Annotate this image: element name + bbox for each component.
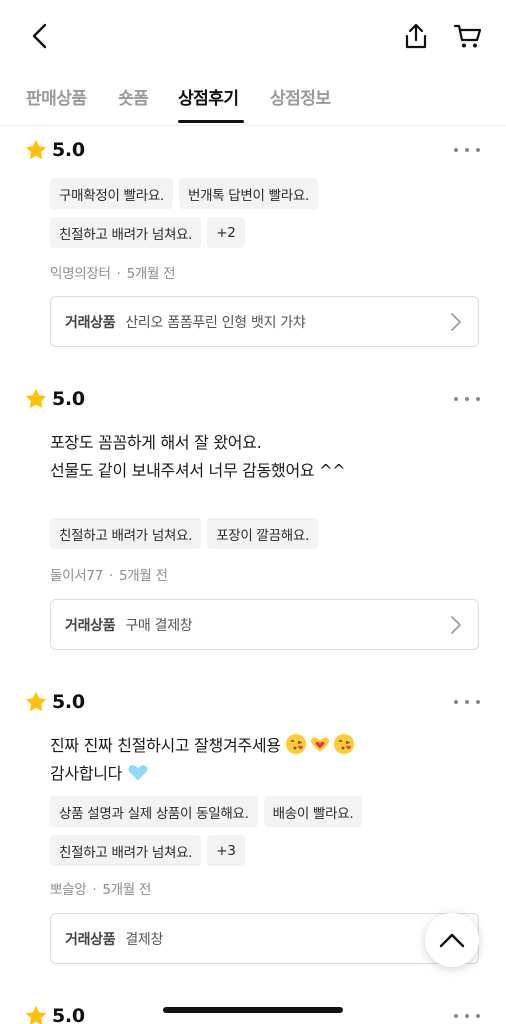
traded-product-link[interactable]: 거래상품 산리오 폼폼푸린 인형 뱃지 가챠 [50, 296, 479, 347]
review-author[interactable]: 익명의장터 [50, 266, 111, 282]
star-icon [25, 139, 47, 160]
review-text-line: 진짜 진짜 친절하시고 잘챙겨주세용 [50, 736, 281, 755]
chevron-right-icon [451, 616, 461, 634]
review-meta: 둘이서77 · 5개월 전 [50, 568, 168, 584]
tab-reviews[interactable]: 상점후기 [178, 84, 239, 109]
review-text: 진짜 진짜 친절하시고 잘챙겨주세용 감사합니다 [50, 732, 357, 788]
back-button[interactable] [20, 16, 60, 56]
review-rating: 5.0 [24, 136, 85, 164]
review-time: 5개월 전 [102, 882, 152, 898]
review-meta: 익명의장터 · 5개월 전 [50, 266, 176, 282]
product-name: 결제창 [125, 931, 164, 948]
review-tag: 포장이 깔끔해요. [207, 518, 319, 549]
tab-store-info[interactable]: 상점정보 [270, 84, 331, 109]
rating-score: 5.0 [52, 1005, 85, 1024]
product-name: 산리오 폼폼푸린 인형 뱃지 가챠 [125, 314, 306, 331]
rating-score: 5.0 [52, 139, 85, 161]
traded-product-link[interactable]: 거래상품 결제창 [50, 913, 479, 964]
traded-product-link[interactable]: 거래상품 구매 결제창 [50, 599, 479, 650]
review-rating: 5.0 [24, 688, 85, 716]
share-button[interactable] [396, 16, 436, 56]
review-text: 포장도 꼼꼼하게 해서 잘 왔어요. 선물도 같이 보내주셔서 너무 감동했어요… [50, 429, 346, 485]
product-label: 거래상품 [65, 617, 116, 634]
review-text-line: 포장도 꼼꼼하게 해서 잘 왔어요. [50, 433, 262, 452]
product-label: 거래상품 [65, 314, 116, 331]
more-options-button[interactable] [450, 140, 484, 160]
review-tag: 친절하고 배려가 넘쳐요. [50, 217, 202, 248]
kissing-heart-emoji-icon [286, 734, 307, 754]
review-meta: 뽀슬앙 · 5개월 전 [50, 882, 152, 898]
review-tags: 구매확정이 빨라요. 번개톡 답변이 빨라요. 친절하고 배려가 넘쳐요. +2 [50, 178, 490, 256]
home-indicator [163, 1007, 343, 1013]
chevron-left-icon [32, 23, 47, 49]
chevron-up-icon [439, 933, 465, 948]
star-icon [25, 1005, 47, 1024]
review-tag: 배송이 빨라요. [263, 796, 363, 827]
cart-button[interactable] [448, 16, 488, 56]
tab-shortform[interactable]: 숏폼 [118, 84, 149, 109]
review-text-line: 감사합니다 [50, 764, 123, 783]
review-rating: 5.0 [24, 385, 85, 413]
rating-score: 5.0 [52, 388, 85, 410]
more-options-button[interactable] [450, 1006, 484, 1024]
store-tabs: 판매상품 숏폼 상점후기 상점정보 [0, 70, 506, 126]
product-name: 구매 결제창 [125, 617, 193, 634]
review-tag: 친절하고 배려가 넘쳐요. [50, 835, 202, 866]
star-icon [25, 691, 47, 712]
review-tag: 상품 설명과 실제 상품이 동일해요. [50, 796, 258, 827]
kissing-heart-emoji-icon [334, 734, 355, 754]
review-author[interactable]: 둘이서77 [50, 568, 103, 584]
blue-heart-emoji-icon [128, 765, 148, 781]
heart-hands-emoji-icon [311, 737, 330, 752]
review-tags: 상품 설명과 실제 상품이 동일해요. 배송이 빨라요. 친절하고 배려가 넘쳐… [50, 796, 490, 874]
review-tags: 친절하고 배려가 넘쳐요. 포장이 깔끔해요. [50, 518, 490, 557]
review-rating: 5.0 [24, 1002, 85, 1024]
chevron-right-icon [451, 313, 461, 331]
top-bar [0, 0, 506, 70]
more-tags-count[interactable]: +3 [207, 835, 245, 866]
active-tab-indicator [178, 120, 244, 123]
review-time: 5개월 전 [118, 568, 168, 584]
product-label: 거래상품 [65, 931, 116, 948]
review-text-line: 선물도 같이 보내주셔서 너무 감동했어요 ^^ [50, 461, 346, 480]
more-options-button[interactable] [450, 389, 484, 409]
scroll-to-top-button[interactable] [425, 913, 479, 967]
cart-icon [453, 24, 482, 48]
star-icon [25, 388, 47, 409]
rating-score: 5.0 [52, 691, 85, 713]
review-tag: 번개톡 답변이 빨라요. [178, 178, 319, 209]
review-author[interactable]: 뽀슬앙 [50, 882, 87, 898]
more-tags-count[interactable]: +2 [207, 217, 245, 248]
more-options-button[interactable] [450, 692, 484, 712]
tab-products[interactable]: 판매상품 [26, 84, 87, 109]
review-tag: 친절하고 배려가 넘쳐요. [50, 518, 202, 549]
review-time: 5개월 전 [126, 266, 176, 282]
share-upload-icon [405, 23, 427, 49]
review-tag: 구매확정이 빨라요. [50, 178, 173, 209]
